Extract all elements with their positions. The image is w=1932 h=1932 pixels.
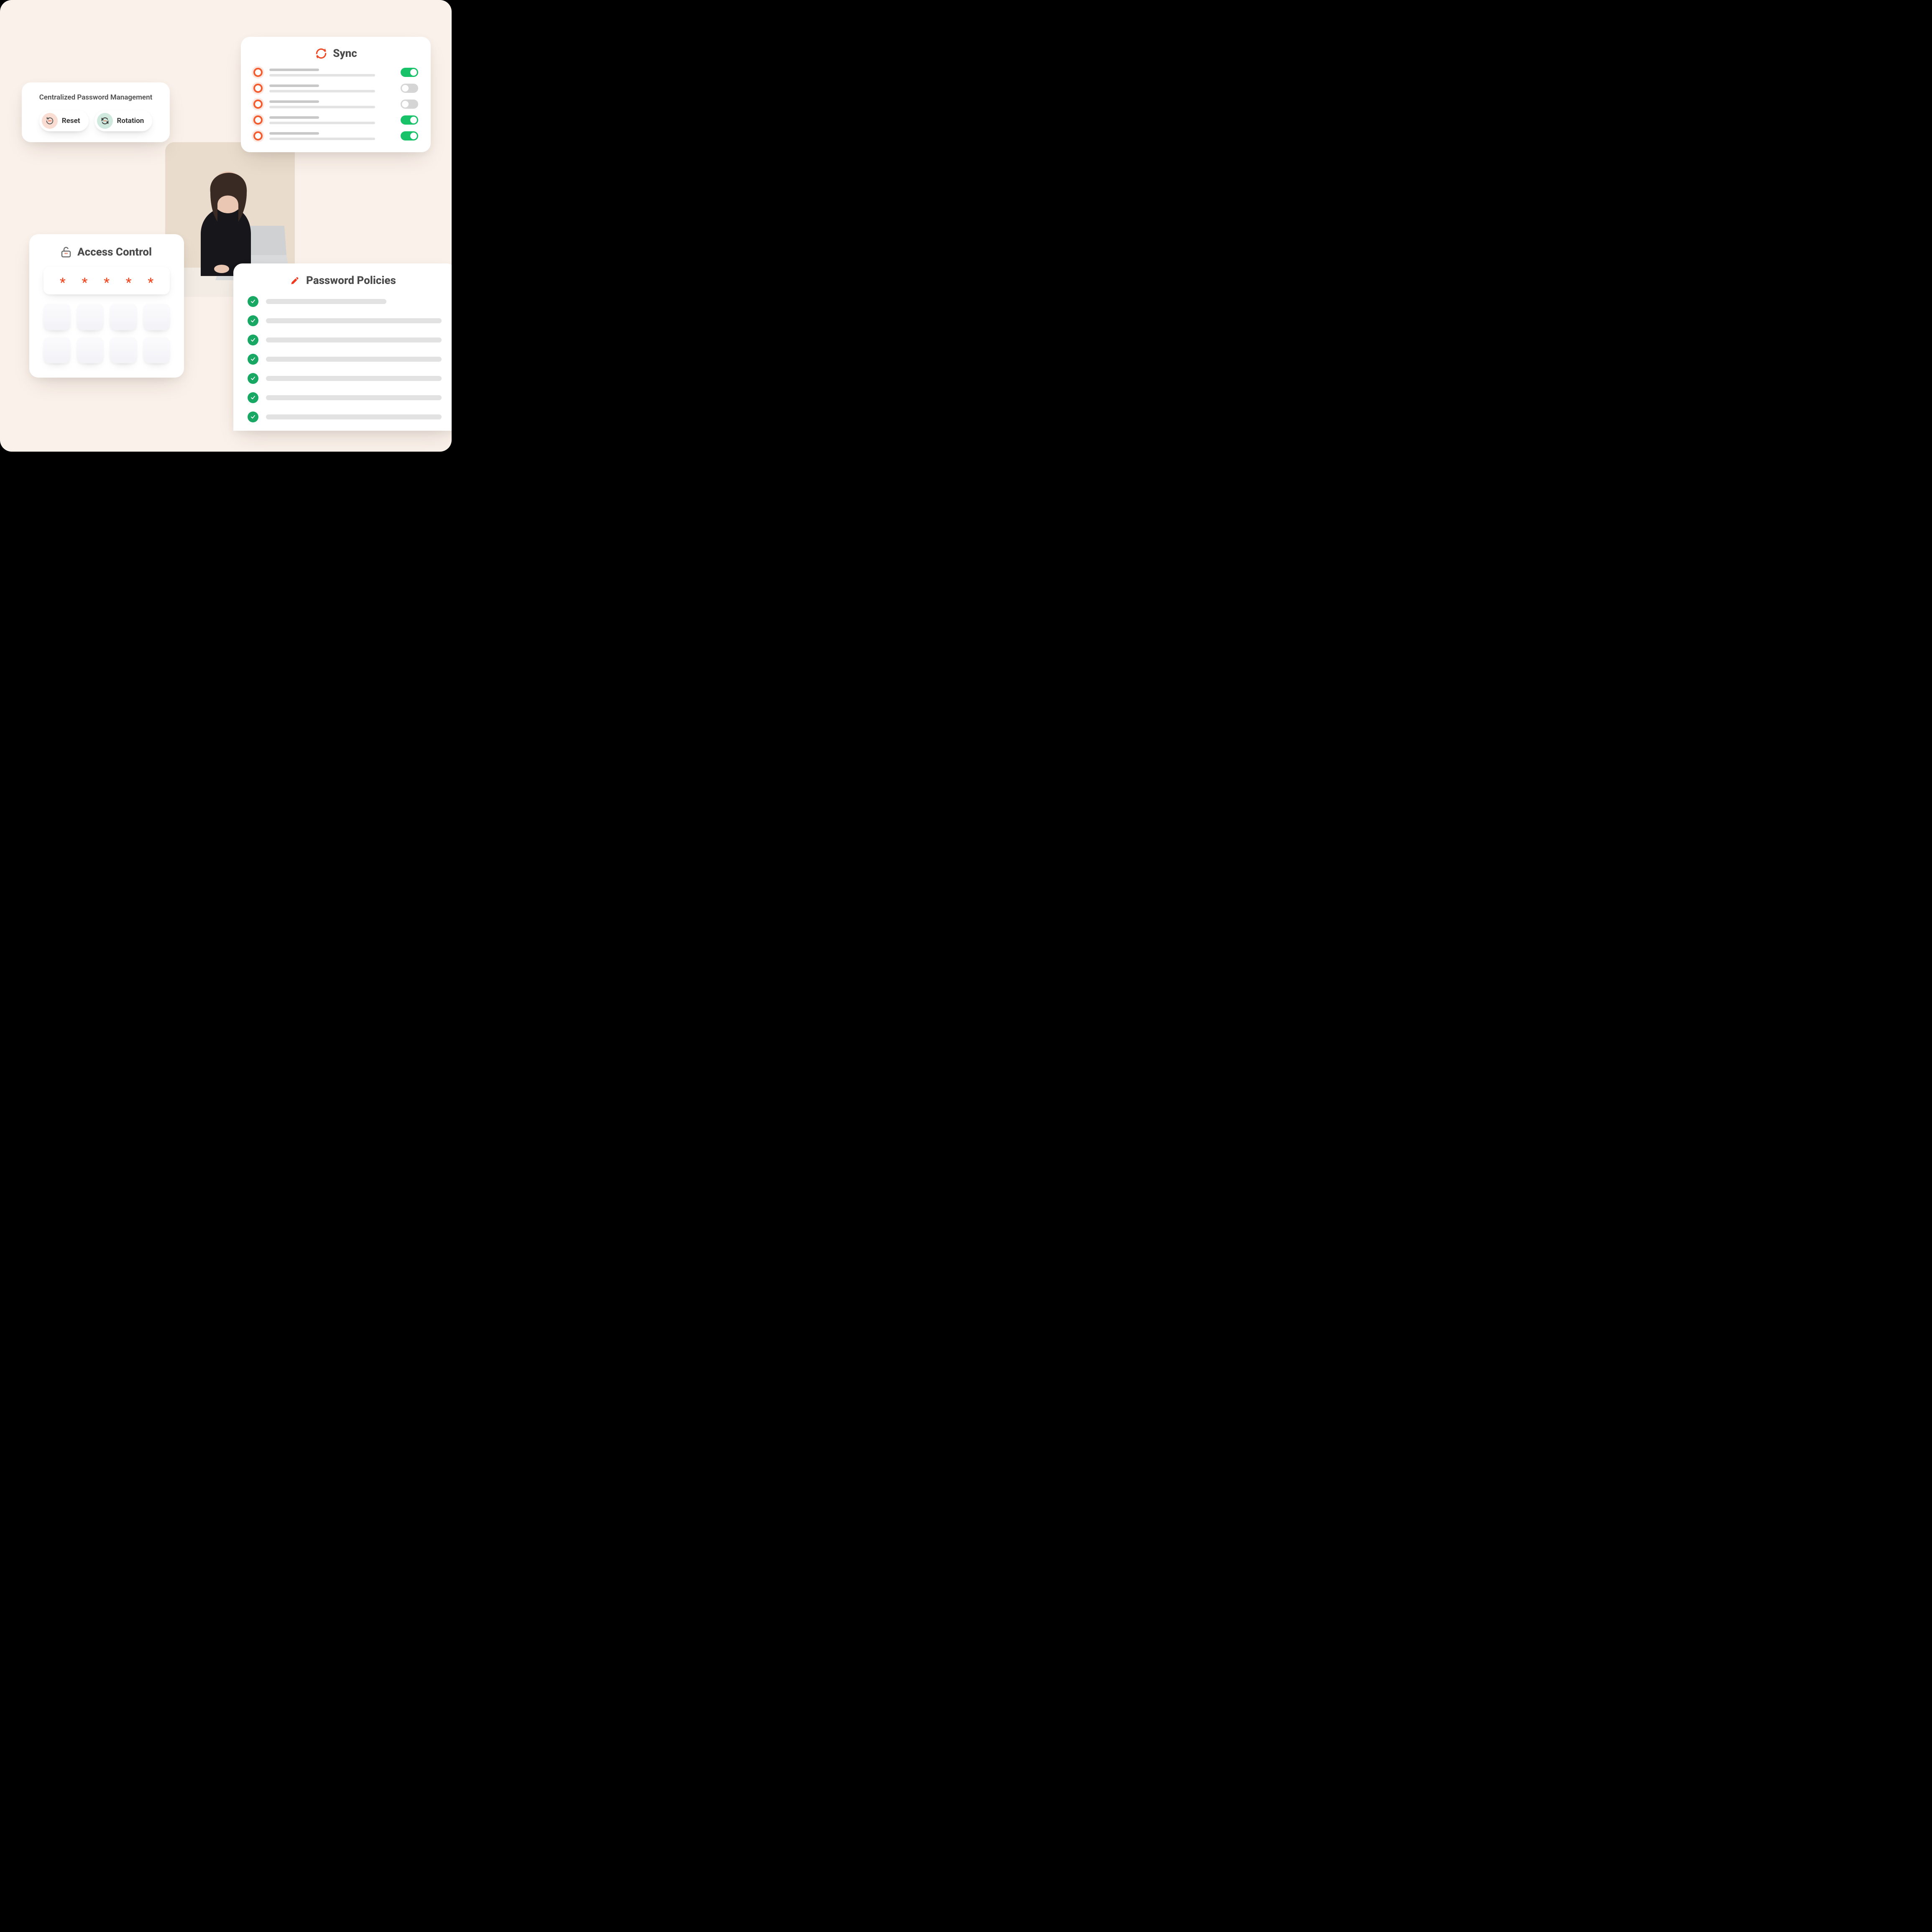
sync-item-text [269,132,394,140]
sync-item [253,131,418,141]
sync-bullet-icon [253,115,263,125]
check-icon [248,411,258,422]
policy-item [248,373,442,384]
centralized-password-card: Centralized Password Management Reset [22,82,170,142]
policy-item [248,335,442,345]
policy-item [248,354,442,365]
unlock-icon: ** [60,246,72,258]
keypad-key[interactable] [110,304,137,330]
rotation-icon [97,113,113,129]
sync-item [253,100,418,109]
rotation-button-label: Rotation [117,117,144,125]
sync-title: Sync [333,47,357,60]
policy-item [248,315,442,326]
sync-item-text [269,84,394,92]
pin-char: * [104,276,110,289]
check-icon [248,354,258,365]
sync-toggle[interactable] [401,68,418,77]
edit-icon [289,275,300,286]
keypad-key[interactable] [77,304,104,330]
policy-text [266,318,442,323]
keypad-key[interactable] [110,337,137,364]
keypad-key[interactable] [43,304,70,330]
policy-text [266,357,442,362]
sync-bullet-icon [253,100,263,109]
policy-text [266,414,442,419]
reset-button[interactable]: Reset [39,110,89,131]
policy-text [266,337,442,342]
sync-toggle[interactable] [401,131,418,141]
rotation-button[interactable]: Rotation [95,110,153,131]
keypad-key[interactable] [143,304,170,330]
check-icon [248,315,258,326]
sync-item-text [269,100,394,108]
policy-item [248,296,442,307]
reset-button-label: Reset [62,117,80,125]
sync-bullet-icon [253,68,263,77]
sync-item [253,68,418,77]
keypad-key[interactable] [43,337,70,364]
sync-toggle[interactable] [401,84,418,93]
pin-display: * * * * * [43,267,170,294]
sync-item [253,115,418,125]
svg-text:**: ** [64,253,68,257]
policy-item [248,392,442,403]
password-policies-card: Password Policies [233,263,452,431]
pin-char: * [148,276,153,289]
check-icon [248,335,258,345]
check-icon [248,296,258,307]
policy-text [266,376,442,381]
sync-bullet-icon [253,84,263,93]
sync-toggle[interactable] [401,115,418,125]
pin-char: * [60,276,66,289]
pin-char: * [82,276,88,289]
pin-char: * [126,276,132,289]
policy-item [248,411,442,422]
feature-collage: Centralized Password Management Reset [0,0,452,452]
sync-item-text [269,116,394,124]
keypad-key[interactable] [143,337,170,364]
keypad-key[interactable] [77,337,104,364]
check-icon [248,392,258,403]
policy-text [266,299,386,304]
sync-icon [314,47,328,60]
reset-icon [42,113,58,129]
keypad-grid [42,304,171,363]
sync-toggle[interactable] [401,100,418,109]
access-control-card: ** Access Control ***** [29,234,184,378]
sync-item-text [269,69,394,77]
sync-card: Sync [241,37,431,152]
centralized-password-title: Centralized Password Management [31,92,161,103]
policy-text [266,395,442,400]
sync-item [253,84,418,93]
sync-bullet-icon [253,131,263,141]
password-policies-title: Password Policies [306,274,396,287]
check-icon [248,373,258,384]
access-control-title: Access Control [77,246,152,258]
